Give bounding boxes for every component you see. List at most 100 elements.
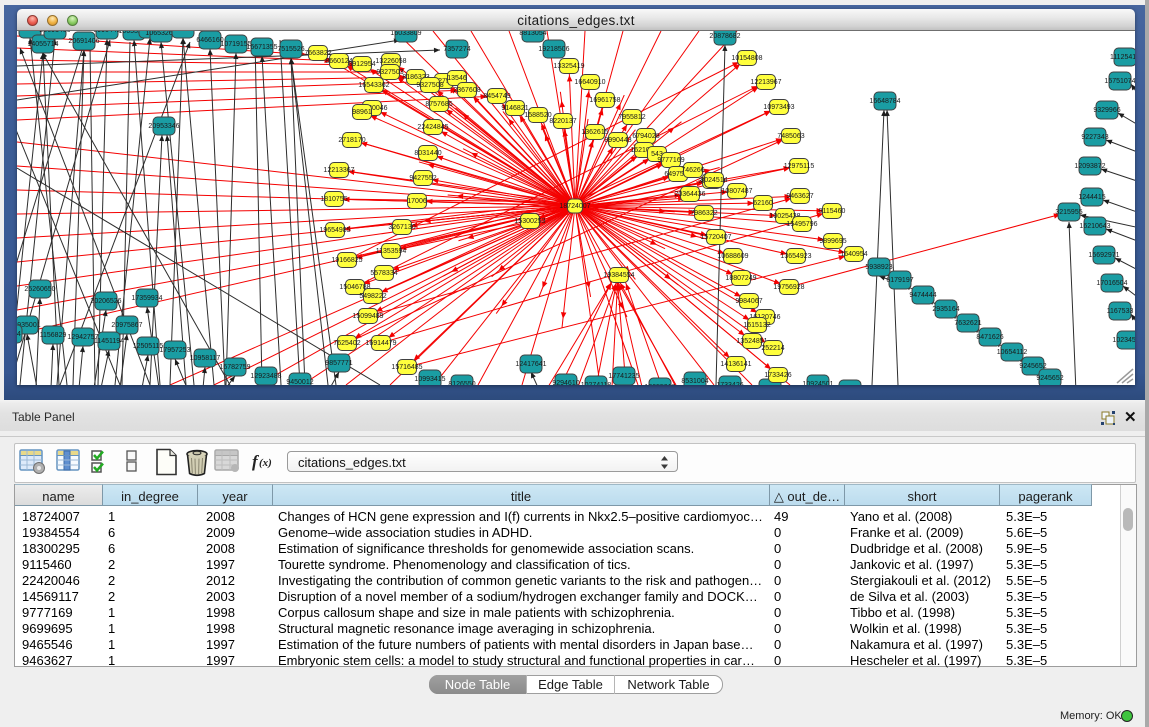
svg-text:7515526: 7515526 [277,46,304,53]
svg-text:9294610: 9294610 [552,380,579,385]
svg-text:5498222: 5498222 [359,293,386,300]
svg-text:20364436: 20364436 [674,191,705,198]
svg-text:10958117: 10958117 [190,355,221,362]
svg-text:9857771: 9857771 [325,360,352,367]
svg-text:3024514: 3024514 [700,177,727,184]
svg-text:18724007: 18724007 [559,203,590,210]
svg-text:16543362: 16543362 [358,82,389,89]
svg-text:1615132: 1615132 [743,322,770,329]
svg-text:7986322: 7986322 [690,210,717,217]
svg-text:20691406: 20691406 [39,31,70,34]
svg-text:8757685: 8757685 [425,101,452,108]
svg-text:62160: 62160 [753,200,773,207]
svg-text:16671355: 16671355 [246,44,277,51]
svg-text:13546: 13546 [447,75,467,82]
svg-text:7485063: 7485063 [777,133,804,140]
svg-text:13325419: 13325419 [553,63,584,70]
svg-text:11451194: 11451194 [94,338,124,345]
svg-text:8220137: 8220137 [549,118,576,125]
svg-text:9450012: 9450012 [286,379,313,385]
svg-text:8031440: 8031440 [414,150,441,157]
svg-text:17741235: 17741235 [608,373,639,380]
svg-text:8454749: 8454749 [483,93,510,100]
svg-text:18807249: 18807249 [725,275,756,282]
svg-text:3215955: 3215955 [1055,209,1082,216]
svg-text:8126550: 8126550 [448,381,475,385]
svg-text:16648784: 16648784 [869,98,900,105]
svg-text:(x): (x) [259,457,272,469]
svg-text:19218506: 19218506 [538,46,569,53]
svg-text:1588520: 1588520 [524,112,551,119]
svg-text:12093872: 12093872 [1074,163,1105,170]
svg-text:1156829: 1156829 [40,332,67,339]
svg-text:11125419: 11125419 [1110,54,1135,61]
svg-text:15300253: 15300253 [514,218,545,225]
svg-text:12055910: 12055910 [644,384,675,385]
svg-text:9777169: 9777169 [657,157,684,164]
svg-text:19654985: 19654985 [319,227,350,234]
svg-text:1640954: 1640954 [840,251,867,258]
svg-text:16033809: 16033809 [390,31,421,37]
svg-text:20975867: 20975867 [111,322,142,329]
svg-text:10993415: 10993415 [414,376,445,383]
svg-text:8990442: 8990442 [93,31,120,34]
svg-text:15716485: 15716485 [391,364,422,371]
svg-text:10274118: 10274118 [581,382,612,385]
svg-text:1733426: 1733426 [716,382,743,385]
svg-text:6179197: 6179197 [886,277,913,284]
svg-text:5938923: 5938923 [865,264,892,271]
svg-text:6794028: 6794028 [632,133,659,140]
svg-text:9327503: 9327503 [376,69,403,76]
svg-text:15692971: 15692971 [1088,252,1119,259]
svg-text:16961758: 16961758 [589,97,620,104]
svg-text:1733426: 1733426 [764,372,791,379]
svg-text:7632621: 7632621 [954,320,981,327]
svg-text:17006: 17006 [407,198,427,205]
svg-text:7625402: 7625402 [333,340,360,347]
svg-text:16210643: 16210643 [1079,223,1110,230]
svg-text:9984067: 9984067 [735,298,762,305]
svg-text:10973493: 10973493 [763,104,794,111]
svg-text:252214: 252214 [761,345,784,352]
svg-text:9146821: 9146821 [501,105,528,112]
svg-text:17359934: 17359934 [131,295,162,302]
svg-text:9463627: 9463627 [786,193,813,200]
svg-text:25260650: 25260650 [24,286,55,293]
svg-text:98961: 98961 [352,109,372,116]
svg-text:14055714: 14055714 [27,41,58,48]
svg-text:10654112: 10654112 [997,349,1028,356]
svg-text:20953346: 20953346 [148,123,179,130]
svg-text:13654923: 13654923 [780,253,811,260]
svg-text:10154808: 10154808 [731,55,762,62]
svg-text:19166825: 19166825 [331,257,362,264]
svg-text:9427552: 9427552 [409,175,436,182]
svg-text:39154: 39154 [17,331,21,338]
svg-text:13524851: 13524851 [736,338,767,345]
svg-text:1527602: 1527602 [169,31,196,33]
svg-text:2367608: 2367608 [453,87,480,94]
svg-text:17957253: 17957253 [159,347,190,354]
svg-text:9899695: 9899695 [819,238,846,245]
svg-text:10688609: 10688609 [717,253,748,260]
svg-text:9115460: 9115460 [819,208,846,215]
svg-text:16640910: 16640910 [574,79,605,86]
svg-text:746266: 746266 [681,167,704,174]
svg-text:1362615: 1362615 [581,129,608,136]
svg-text:8471626: 8471626 [976,334,1003,341]
svg-text:20691406: 20691406 [68,38,99,45]
svg-text:2718170: 2718170 [338,137,365,144]
svg-text:9329966: 9329966 [1093,107,1120,114]
svg-text:11353594: 11353594 [376,248,407,255]
svg-text:15495796: 15495796 [786,221,817,228]
svg-text:12923488: 12923488 [250,373,281,380]
svg-text:20206526: 20206526 [90,298,121,305]
svg-text:9245652: 9245652 [1036,375,1063,382]
svg-text:7955812: 7955812 [618,114,645,121]
svg-text:20878682: 20878682 [709,33,740,40]
svg-text:3267130: 3267130 [388,224,415,231]
svg-text:10234518: 10234518 [1112,337,1135,344]
svg-text:15720407: 15720407 [700,234,731,241]
svg-text:8813054: 8813054 [519,31,546,37]
svg-text:12975115: 12975115 [784,163,815,170]
svg-text:1244415: 1244415 [1078,194,1105,201]
